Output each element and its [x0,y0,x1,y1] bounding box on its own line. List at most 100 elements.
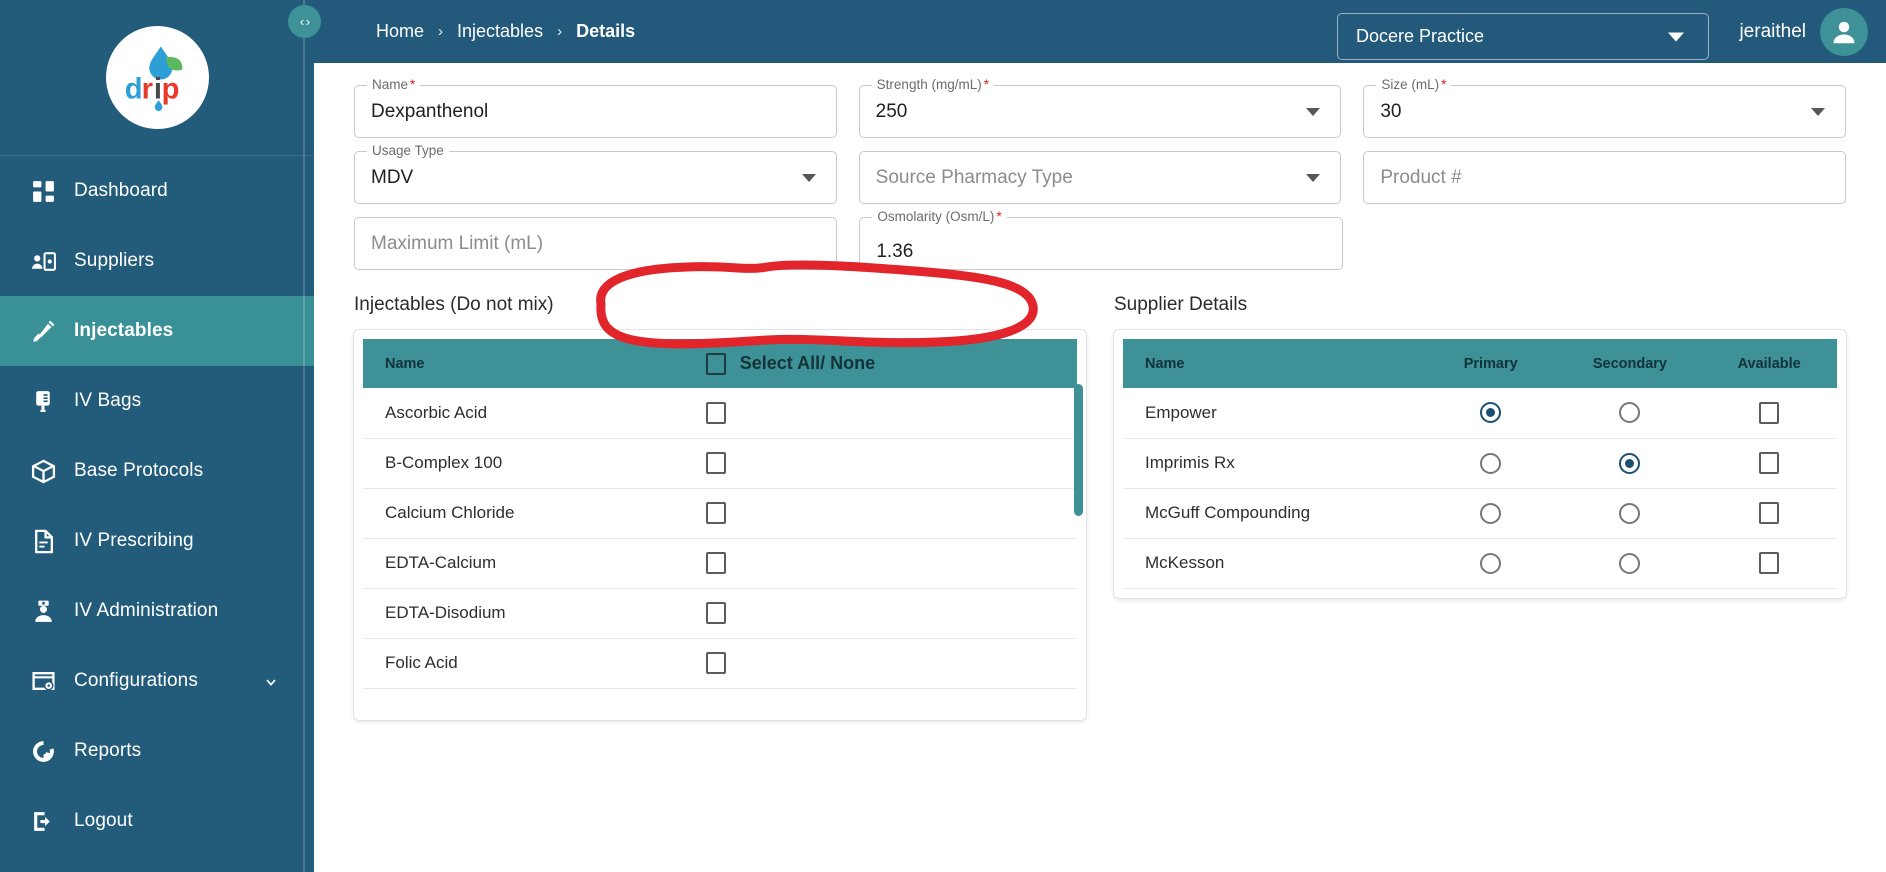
injectable-checkbox[interactable] [705,502,726,524]
supplier-secondary-radio[interactable] [1619,452,1641,474]
product-number-placeholder: Product # [1380,166,1462,188]
svg-text:p: p [162,73,180,105]
app-logo[interactable]: d r i p [0,0,314,155]
table-row[interactable]: Empower [1123,388,1837,439]
svg-text:d: d [125,73,143,105]
injectable-checkbox[interactable] [705,602,726,624]
breadcrumb-separator-icon: › [557,23,563,40]
supplier-available-checkbox[interactable] [1759,401,1780,424]
sidebar-item-iv-prescribing[interactable]: IV Prescribing [0,506,314,576]
product-number-field[interactable]: Product # [1363,151,1847,204]
breadcrumb: Home › Injectables › Details [376,21,635,42]
table-row[interactable]: Imprimis Rx [1123,438,1837,489]
maximum-limit-field[interactable]: Maximum Limit (mL) [354,217,838,270]
sidebar-item-injectables[interactable]: Injectables [0,296,314,366]
breadcrumb-home[interactable]: Home [376,21,424,42]
practice-select[interactable]: Docere Practice [1337,13,1709,60]
avatar[interactable] [1820,7,1868,56]
table-row[interactable]: Ascorbic Acid [363,388,1077,439]
name-field[interactable]: Name * Dexpanthenol [354,77,837,138]
name-field-legend: Name * [367,77,421,92]
injectables-table: Name Select All/ None Ascorbic Acid B-Co… [363,339,1077,711]
usage-type-field[interactable]: Usage Type MDV [354,143,837,204]
logout-icon [18,809,68,834]
app-root: d r i p Dashboard Suppliers Injectables … [0,0,1886,872]
chevron-down-icon[interactable] [801,173,816,182]
chevron-down-icon[interactable] [1306,173,1321,182]
sidebar-item-label: Dashboard [74,180,168,201]
sidebar-item-configurations[interactable]: Configurations [0,646,314,716]
table-row[interactable]: McKesson [1123,538,1837,589]
injectables-col-select-all: Select All/ None [705,339,1077,388]
maximum-limit-placeholder: Maximum Limit (mL) [371,232,544,254]
table-row[interactable]: EDTA-Calcium [363,538,1077,589]
iv-bag-icon [18,389,68,414]
table-row[interactable]: Folic Acid [363,638,1077,689]
table-row[interactable]: EDTA-Disodium [363,588,1077,639]
content-area: Name * Dexpanthenol Strength (mg/mL) * 250… [314,63,1886,872]
supplier-name: Empower [1123,388,1423,439]
sidebar-item-label: Suppliers [74,250,155,271]
sidebar-item-label: Configurations [74,670,198,691]
injectable-checkbox[interactable] [705,401,726,424]
form-row-1: Name * Dexpanthenol Strength (mg/mL) * 250… [354,77,1847,138]
sidebar-item-suppliers[interactable]: Suppliers [0,226,314,296]
supplier-secondary-radio[interactable] [1619,502,1641,524]
sidebar-item-label: Logout [74,810,133,831]
form-row-3-spacer [1365,217,1846,270]
sidebar-item-dashboard[interactable]: Dashboard [0,156,314,226]
sidebar-collapse-toggle[interactable]: ‹ › [288,5,321,38]
supplier-secondary-radio[interactable] [1619,402,1641,424]
supplier-available-checkbox[interactable] [1759,502,1780,524]
usage-type-field-legend: Usage Type [367,143,449,158]
select-all-label: Select All/ None [739,353,876,373]
size-field-value: 30 [1380,100,1402,122]
breadcrumb-details: Details [576,21,636,41]
breadcrumb-injectables[interactable]: Injectables [457,21,543,42]
injectable-checkbox[interactable] [705,452,726,474]
injectables-scrollbar-thumb[interactable] [1074,384,1083,516]
chevron-down-icon[interactable] [1811,107,1826,116]
select-all-checkbox[interactable] [705,352,726,375]
supplier-col-available: Available [1701,339,1837,388]
sidebar-item-iv-administration[interactable]: IV Administration [0,576,314,646]
sidebar: d r i p Dashboard Suppliers Injectables … [0,0,314,872]
supplier-primary-radio[interactable] [1480,502,1502,524]
injectables-scroll-region: Name Select All/ None Ascorbic Acid B-Co… [363,339,1077,711]
table-row[interactable]: B-Complex 100 [363,438,1077,489]
table-row[interactable] [363,688,1077,711]
supplier-primary-radio[interactable] [1480,552,1502,574]
table-row[interactable]: McGuff Compounding [1123,488,1837,539]
form-row-2: Usage Type MDV Source Pharmacy Type Prod… [354,143,1847,204]
source-pharmacy-type-field[interactable]: Source Pharmacy Type [858,151,1342,204]
supplier-available-checkbox[interactable] [1759,452,1780,474]
injectable-checkbox[interactable] [705,552,726,574]
sidebar-item-logout[interactable]: Logout [0,786,314,856]
chevron-down-icon[interactable] [1306,107,1321,116]
main-area: Home › Injectables › Details Docere Prac… [314,0,1886,872]
injectable-checkbox[interactable] [705,652,726,674]
injectables-card: Name Select All/ None Ascorbic Acid B-Co… [354,330,1086,720]
table-row[interactable]: Calcium Chloride [363,488,1077,539]
sidebar-item-base-protocols[interactable]: Base Protocols [0,436,314,506]
injectables-table-header: Name Select All/ None [363,339,1077,388]
injectables-panel: Injectables (Do not mix) Name Select All… [354,294,1086,720]
sidebar-item-reports[interactable]: Reports [0,716,314,786]
osmolarity-field[interactable]: Osmolarity (Osm/L) * 1.36 [859,209,1343,270]
size-field[interactable]: Size (mL) * 30 [1363,77,1847,138]
usage-type-field-value: MDV [371,166,414,188]
supplier-available-checkbox[interactable] [1759,552,1780,574]
supplier-table: Name Primary Secondary Available Empower [1123,339,1837,589]
supplier-panel: Supplier Details Name Primary Secondary … [1114,294,1846,720]
supplier-primary-radio[interactable] [1480,452,1502,474]
top-bar: Home › Injectables › Details Docere Prac… [314,0,1886,63]
supplier-col-primary: Primary [1422,339,1559,388]
supplier-secondary-radio[interactable] [1619,552,1641,574]
sidebar-item-iv-bags[interactable]: IV Bags [0,366,314,436]
supplier-primary-radio[interactable] [1480,402,1502,424]
strength-field[interactable]: Strength (mg/mL) * 250 [858,77,1342,138]
injectable-name: Ascorbic Acid [363,388,706,439]
injectable-name: EDTA-Calcium [363,538,706,589]
suppliers-icon [18,249,68,274]
user-area[interactable]: jeraithel [1739,0,1868,63]
